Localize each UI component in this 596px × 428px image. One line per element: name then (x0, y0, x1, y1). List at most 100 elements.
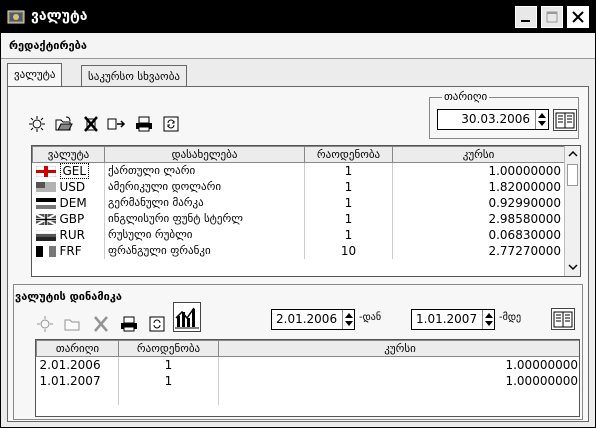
tab-exchange-difference[interactable]: საკურსო სხვაობა (81, 65, 187, 87)
new-button[interactable] (27, 114, 47, 134)
column-header-date[interactable]: თარიღი (36, 340, 119, 357)
currency-code-cell[interactable]: FRF (32, 242, 105, 259)
menu-edit[interactable]: რედაქტირება (9, 39, 87, 52)
table-row[interactable]: 2.01.2006 1 1.00000000 (36, 356, 579, 373)
column-header-rate[interactable]: კურსი (392, 146, 565, 163)
currency-code: DEM (59, 195, 87, 210)
history-delete-button[interactable] (91, 314, 111, 334)
scroll-up-icon[interactable] (566, 147, 580, 161)
history-title: ვალუტის დინამიკა (15, 290, 122, 303)
tab-currency[interactable]: ვალუტა (7, 63, 63, 87)
column-header-quantity[interactable]: რაოდენობა (304, 146, 393, 163)
from-date-spinner[interactable] (342, 310, 354, 329)
currency-name-cell[interactable]: გერმანული მარკა (104, 194, 305, 211)
scroll-thumb[interactable] (567, 164, 578, 186)
history-open-button[interactable] (63, 314, 83, 334)
flag-usa-icon (35, 180, 60, 194)
currency-code-cell[interactable]: GBP (32, 210, 105, 227)
open-button[interactable] (54, 114, 74, 134)
currency-code-cell[interactable]: DEM (32, 194, 105, 211)
currency-code: RUR (59, 227, 85, 242)
currency-window: ვალუტა რედაქტირება ვალუტა საკურსო სხვაობ… (0, 0, 596, 428)
maximize-button[interactable] (541, 6, 563, 28)
table-row[interactable]: RUR რუსული რუბლი 1 0.06830000 (32, 226, 565, 243)
rate-cell[interactable]: 0.92990000 (392, 194, 565, 211)
tab-label: ვალუტა (14, 68, 56, 81)
spin-up-icon[interactable] (485, 313, 493, 318)
date-spinner[interactable] (535, 110, 547, 129)
new-icon (29, 116, 45, 132)
calendar-icon (553, 311, 573, 328)
quantity-cell[interactable]: 1 (304, 210, 393, 227)
currency-table-scrollbar[interactable] (564, 146, 580, 276)
currency-code-cell[interactable]: GEL (32, 162, 105, 179)
window-title: ვალუტა (31, 8, 88, 24)
spin-up-icon[interactable] (345, 313, 353, 318)
spin-up-icon[interactable] (538, 113, 546, 118)
currency-table: ვალუტა დასახელება რაოდენობა კურსი GEL ქარ… (31, 145, 581, 277)
title-bar[interactable]: ვალუტა (1, 1, 595, 33)
date-input[interactable]: 30.03.2006 (437, 109, 549, 130)
spin-down-icon[interactable] (345, 321, 353, 326)
history-new-button[interactable] (35, 314, 55, 334)
currency-name-cell[interactable]: რუსული რუბლი (104, 226, 305, 243)
scroll-down-icon[interactable] (566, 260, 580, 274)
currency-name-cell[interactable]: ფრანგული ფრანკი (104, 242, 305, 259)
date-value: 30.03.2006 (461, 112, 530, 126)
to-label: -მდე (499, 312, 522, 323)
currency-name-cell[interactable]: ამერიკული დოლარი (104, 178, 305, 195)
currency-code-cell[interactable]: RUR (32, 226, 105, 243)
close-button[interactable] (567, 6, 589, 28)
currency-code: USD (59, 179, 86, 194)
export-button[interactable] (107, 114, 127, 134)
date-cell[interactable]: 2.01.2006 (36, 356, 119, 373)
rate-cell[interactable]: 2.98580000 (392, 210, 565, 227)
currency-name-cell[interactable]: ქართული ლარი (104, 162, 305, 179)
column-header-name[interactable]: დასახელება (104, 146, 305, 163)
column-header-quantity[interactable]: რაოდენობა (118, 340, 219, 357)
table-row[interactable]: GEL ქართული ლარი 1 1.00000000 (32, 162, 565, 179)
date-cell[interactable]: 1.01.2007 (36, 372, 119, 389)
table-row[interactable]: DEM გერმანული მარკა 1 0.92990000 (32, 194, 565, 211)
currency-code-cell[interactable]: USD (32, 178, 105, 195)
table-row[interactable]: FRF ფრანგული ფრანკი 10 2.77270000 (32, 242, 565, 259)
print-icon (136, 116, 152, 132)
quantity-cell[interactable]: 10 (304, 242, 393, 259)
column-header-currency[interactable]: ვალუტა (32, 146, 105, 163)
refresh-button[interactable] (161, 114, 181, 134)
chart-button[interactable] (173, 302, 201, 332)
from-date-value: 2.01.2006 (276, 312, 338, 326)
currency-code: GEL (59, 162, 90, 179)
quantity-cell[interactable]: 1 (304, 194, 393, 211)
currency-name-cell[interactable]: ინგლისური ფუნტ სტერლ (104, 210, 305, 227)
history-calendar-button[interactable] (551, 308, 575, 330)
print-button[interactable] (134, 114, 154, 134)
calendar-button[interactable] (553, 109, 577, 131)
quantity-cell[interactable]: 1 (304, 226, 393, 243)
quantity-cell[interactable]: 1 (304, 162, 393, 179)
rate-cell[interactable]: 0.06830000 (392, 226, 565, 243)
spin-down-icon[interactable] (485, 321, 493, 326)
to-date-spinner[interactable] (482, 310, 494, 329)
rate-cell[interactable]: 1.00000000 (218, 356, 579, 373)
rate-cell[interactable]: 1.00000000 (392, 162, 565, 179)
quantity-cell[interactable]: 1 (304, 178, 393, 195)
new-icon (37, 316, 53, 332)
empty-row (36, 388, 579, 405)
rate-cell[interactable]: 2.77270000 (392, 242, 565, 259)
table-row[interactable]: GBP ინგლისური ფუნტ სტერლ 1 2.98580000 (32, 210, 565, 227)
minimize-button[interactable] (515, 6, 537, 28)
quantity-cell[interactable]: 1 (118, 356, 219, 373)
quantity-cell[interactable]: 1 (118, 372, 219, 389)
history-refresh-button[interactable] (147, 314, 167, 334)
history-print-button[interactable] (119, 314, 139, 334)
flag-germany-icon (35, 196, 60, 210)
table-row[interactable]: USD ამერიკული დოლარი 1 1.82000000 (32, 178, 565, 195)
delete-button[interactable] (81, 114, 101, 134)
rate-cell[interactable]: 1.82000000 (392, 178, 565, 195)
spin-down-icon[interactable] (538, 121, 546, 126)
column-header-rate[interactable]: კურსი (218, 340, 579, 357)
table-row[interactable]: 1.01.2007 1 1.00000000 (36, 372, 579, 389)
rate-cell[interactable]: 1.00000000 (218, 372, 579, 389)
flag-russia-icon (35, 228, 60, 242)
